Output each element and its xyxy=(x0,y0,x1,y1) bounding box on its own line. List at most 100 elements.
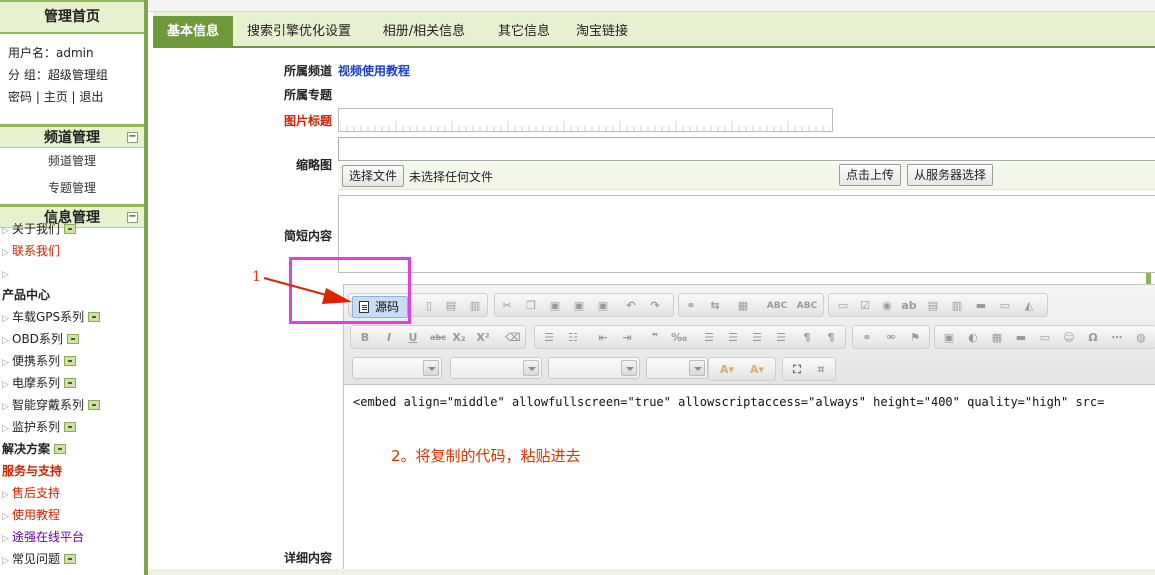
expand-arrow-icon[interactable]: ▷ xyxy=(2,484,12,506)
special-char-icon[interactable]: Ω xyxy=(1085,330,1101,346)
numbered-list-icon[interactable]: ☰ xyxy=(541,330,557,346)
expand-arrow-icon[interactable]: ▷ xyxy=(2,528,12,550)
show-blocks-icon[interactable]: ⌗ xyxy=(813,362,829,378)
add-icon[interactable] xyxy=(64,224,77,234)
blockquote-icon[interactable]: ❞ xyxy=(647,330,663,346)
underline-icon[interactable]: U xyxy=(405,330,421,346)
expand-arrow-icon[interactable]: ▷ xyxy=(2,330,12,352)
redo-icon[interactable]: ↷ xyxy=(647,298,663,314)
iframe-icon[interactable]: ▭ xyxy=(1037,330,1053,346)
add-icon[interactable] xyxy=(64,356,77,366)
size-combo[interactable] xyxy=(646,357,708,379)
upload-button[interactable]: 点击上传 xyxy=(839,164,902,186)
sidebar-header[interactable]: 管理首页 xyxy=(0,0,144,34)
tree-item[interactable]: ▷ OBD系列 xyxy=(0,328,144,350)
tree-item[interactable]: 产品中心 xyxy=(0,284,144,306)
scayt-icon[interactable]: ABC xyxy=(793,298,821,314)
copy-icon[interactable]: ❐ xyxy=(523,298,539,314)
image-button-icon[interactable]: ▭ xyxy=(997,298,1013,314)
select-icon[interactable]: ▥ xyxy=(949,298,965,314)
find-icon[interactable]: ⚭ xyxy=(683,298,699,314)
textarea-icon[interactable]: ▤ xyxy=(925,298,941,314)
font-combo[interactable] xyxy=(548,357,640,379)
tab-seo[interactable]: 搜索引擎优化设置 xyxy=(237,16,361,48)
expand-arrow-icon[interactable]: ▷ xyxy=(2,396,12,418)
tree-item[interactable]: ▷ 车载GPS系列 xyxy=(0,306,144,328)
bg-color-icon[interactable]: A▾ xyxy=(745,362,769,378)
expand-arrow-icon[interactable]: ▷ xyxy=(2,220,12,242)
add-icon[interactable] xyxy=(64,422,77,432)
tab-other[interactable]: 其它信息 xyxy=(489,16,559,48)
table-icon[interactable]: ▦ xyxy=(989,330,1005,346)
align-right-icon[interactable]: ☰ xyxy=(749,330,765,346)
tree-item[interactable]: ▷ 途强在线平台 xyxy=(0,526,144,548)
anchor-icon[interactable]: ⚑ xyxy=(907,330,923,346)
channel-value[interactable]: 视频使用教程 xyxy=(338,62,410,79)
expand-arrow-icon[interactable]: ▷ xyxy=(2,352,12,374)
paste-icon[interactable]: ▣ xyxy=(547,298,563,314)
subscript-icon[interactable]: X₂ xyxy=(451,330,467,346)
home-link[interactable]: 主页 xyxy=(44,90,68,104)
select-all-icon[interactable]: ▦ xyxy=(735,298,751,314)
tree-item[interactable]: ▷ 使用教程 xyxy=(0,504,144,526)
thumb-path-input[interactable] xyxy=(338,137,1155,161)
paste-text-icon[interactable]: ▣ xyxy=(571,298,587,314)
add-icon[interactable] xyxy=(64,554,77,564)
paste-word-icon[interactable]: ▣ xyxy=(595,298,611,314)
textfield-icon[interactable]: ab xyxy=(901,298,917,314)
add-icon[interactable] xyxy=(64,378,77,388)
tree-item[interactable]: ▷ 监护系列 xyxy=(0,416,144,438)
expand-arrow-icon[interactable]: ▷ xyxy=(2,264,12,286)
collapse-icon[interactable]: − xyxy=(127,132,138,143)
strike-icon[interactable]: abc xyxy=(427,330,449,346)
sidebar-item-channel[interactable]: 频道管理 xyxy=(0,148,144,175)
add-icon[interactable] xyxy=(66,334,79,344)
tree-item[interactable]: 服务与支持 xyxy=(0,460,144,482)
password-link[interactable]: 密码 xyxy=(8,90,32,104)
justify-icon[interactable]: ☰ xyxy=(773,330,789,346)
hidden-field-icon[interactable]: ◭ xyxy=(1021,298,1037,314)
tree-item[interactable]: ▷ 便携系列 xyxy=(0,350,144,372)
add-icon[interactable] xyxy=(88,400,101,410)
more-icon[interactable]: ◍ xyxy=(1133,330,1149,346)
outdent-icon[interactable]: ⇤ xyxy=(595,330,611,346)
maximize-icon[interactable]: ⛶ xyxy=(789,362,805,378)
choose-file-button[interactable]: 选择文件 xyxy=(342,165,405,187)
radio-icon[interactable]: ◉ xyxy=(879,298,895,314)
tree-item[interactable]: ▷ 关于我们 xyxy=(0,218,144,240)
div-icon[interactable]: ‰ xyxy=(671,330,687,346)
expand-arrow-icon[interactable]: ▷ xyxy=(2,550,12,564)
expand-arrow-icon[interactable]: ▷ xyxy=(2,418,12,440)
smiley-icon[interactable]: ☺ xyxy=(1061,330,1077,346)
logout-link[interactable]: 退出 xyxy=(79,90,103,104)
expand-arrow-icon[interactable]: ▷ xyxy=(2,506,12,528)
undo-icon[interactable]: ↶ xyxy=(623,298,639,314)
templates-icon[interactable]: ▥ xyxy=(467,298,483,314)
tree-item[interactable]: ▷ 联系我们 xyxy=(0,240,144,262)
hr-icon[interactable]: ▬ xyxy=(1013,330,1029,346)
short-content-textarea[interactable] xyxy=(338,195,1155,273)
replace-icon[interactable]: ⇆ xyxy=(707,298,723,314)
link-icon[interactable]: ⚭ xyxy=(859,330,875,346)
tree-item[interactable]: 解决方案 xyxy=(0,438,144,460)
text-color-icon[interactable]: A▾ xyxy=(715,362,739,378)
print-icon[interactable]: ▤ xyxy=(443,298,459,314)
form-icon[interactable]: ▭ xyxy=(835,298,851,314)
channel-section-header[interactable]: 频道管理 − xyxy=(0,124,144,148)
tree-item[interactable]: ▷ xyxy=(0,262,144,284)
expand-arrow-icon[interactable]: ▷ xyxy=(2,374,12,396)
italic-icon[interactable]: I xyxy=(381,330,397,346)
bold-icon[interactable]: B xyxy=(357,330,373,346)
align-center-icon[interactable]: ☰ xyxy=(725,330,741,346)
button-icon[interactable]: ▬ xyxy=(973,298,989,314)
styles-combo[interactable] xyxy=(352,357,442,379)
superscript-icon[interactable]: X² xyxy=(475,330,491,346)
indent-icon[interactable]: ⇥ xyxy=(619,330,635,346)
tab-basic-info[interactable]: 基本信息 xyxy=(153,16,233,48)
bulleted-list-icon[interactable]: ☷ xyxy=(565,330,581,346)
sidebar-item-topic[interactable]: 专题管理 xyxy=(0,175,144,202)
add-icon[interactable] xyxy=(88,312,101,322)
align-left-icon[interactable]: ☰ xyxy=(701,330,717,346)
unlink-icon[interactable]: ⚮ xyxy=(883,330,899,346)
expand-arrow-icon[interactable]: ▷ xyxy=(2,308,12,330)
